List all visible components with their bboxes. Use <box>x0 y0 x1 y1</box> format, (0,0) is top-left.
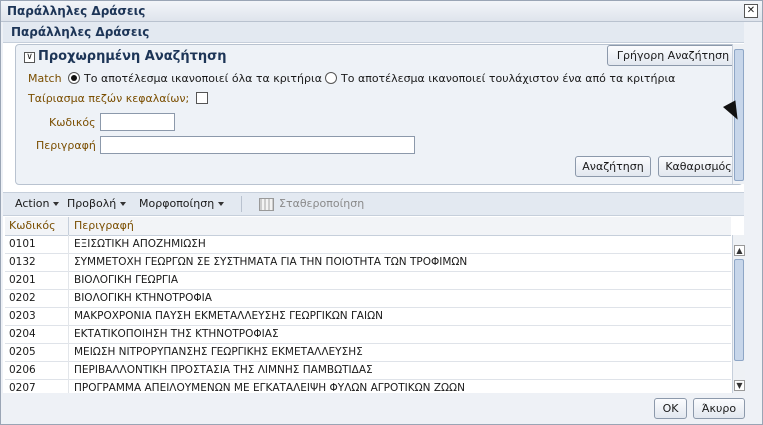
cell-code: 0132 <box>9 256 36 268</box>
toolbar-divider <box>241 196 242 212</box>
close-icon[interactable]: ✕ <box>744 4 758 18</box>
clear-button[interactable]: Καθαρισμός <box>658 156 739 177</box>
cell-divider <box>68 307 69 325</box>
freeze-columns-icon <box>259 198 274 211</box>
cell-description: ΜΕΙΩΣΗ ΝΙΤΡΟΡΥΠΑΝΣΗΣ ΓΕΩΡΓΙΚΗΣ ΕΚΜΕΤΑΛΛΕ… <box>74 346 363 358</box>
cell-code: 0101 <box>9 238 36 250</box>
case-sensitive-checkbox[interactable] <box>196 92 208 104</box>
cell-divider <box>68 343 69 361</box>
table-row[interactable]: 0203 ΜΑΚΡΟΧΡΟΝΙΑ ΠΑΥΣΗ ΕΚΜΕΤΑΛΛΕΥΣΗΣ ΓΕΩΡ… <box>5 307 731 326</box>
content-header: Παράλληλες Δράσεις <box>3 22 744 43</box>
table-scrollbar[interactable]: ▲ ▼ <box>732 235 745 393</box>
column-header-description[interactable]: Περιγραφή <box>74 219 134 232</box>
cell-code: 0201 <box>9 274 36 286</box>
chevron-down-icon <box>218 202 225 206</box>
cell-description: ΕΞΙΣΩΤΙΚΗ ΑΠΟΖΗΜΙΩΣΗ <box>74 238 206 250</box>
chevron-down-icon <box>53 202 60 206</box>
table-scrollbar-thumb[interactable] <box>734 259 744 361</box>
cell-divider <box>68 361 69 379</box>
cell-description: ΜΑΚΡΟΧΡΟΝΙΑ ΠΑΥΣΗ ΕΚΜΕΤΑΛΛΕΥΣΗΣ ΓΕΩΡΓΙΚΩ… <box>74 310 383 322</box>
cell-divider <box>68 379 69 393</box>
match-any-label: Το αποτέλεσμα ικανοποιεί τουλάχιστον ένα… <box>341 72 676 85</box>
quick-search-button[interactable]: Γρήγορη Αναζήτηση <box>607 45 739 66</box>
window-title: Παράλληλες Δράσεις <box>7 4 146 18</box>
match-any-radio[interactable] <box>325 72 337 84</box>
dialog-footer: OK Άκυρο <box>1 393 762 424</box>
table-row[interactable]: 0205 ΜΕΙΩΣΗ ΝΙΤΡΟΡΥΠΑΝΣΗΣ ΓΕΩΡΓΙΚΗΣ ΕΚΜΕΤ… <box>5 343 731 362</box>
cell-divider <box>68 289 69 307</box>
cell-code: 0202 <box>9 292 36 304</box>
table-row[interactable]: 0202 ΒΙΟΛΟΓΙΚΗ ΚΤΗΝΟΤΡΟΦΙΑ <box>5 289 731 308</box>
collapse-toggle-icon[interactable]: ∨ <box>24 52 35 63</box>
results-table: Κωδικός Περιγραφή 0101 ΕΞΙΣΩΤΙΚΗ ΑΠΟΖΗΜΙΩ… <box>5 217 731 393</box>
case-sensitive-label: Ταίριασμα πεζών κεφαλαίων; <box>28 92 190 105</box>
description-label: Περιγραφή <box>36 139 96 152</box>
advanced-search-title: Προχωρημένη Αναζήτηση <box>38 49 227 64</box>
cell-description: ΒΙΟΛΟΓΙΚΗ ΓΕΩΡΓΙΑ <box>74 274 179 286</box>
view-menu[interactable]: Προβολή <box>67 197 127 210</box>
cell-code: 0205 <box>9 346 36 358</box>
cell-divider <box>68 325 69 343</box>
cell-description: ΕΚΤΑΤΙΚΟΠΟΙΗΣΗ ΤΗΣ ΚΤΗΝΟΤΡΟΦΙΑΣ <box>74 328 279 340</box>
table-row[interactable]: 0201 ΒΙΟΛΟΓΙΚΗ ΓΕΩΡΓΙΑ <box>5 271 731 290</box>
format-menu[interactable]: Μορφοποίηση <box>139 197 225 210</box>
table-toolbar: Action Προβολή Μορφοποίηση Σταθεροποίηση <box>3 192 744 216</box>
match-all-label: Το αποτέλεσμα ικανοποιεί όλα τα κριτήρια <box>84 72 322 85</box>
freeze-button: Σταθεροποίηση <box>279 197 365 210</box>
cancel-button[interactable]: Άκυρο <box>693 398 745 419</box>
code-input[interactable] <box>100 113 175 131</box>
content-area: Παράλληλες Δράσεις ∨ Προχωρημένη Αναζήτη… <box>3 22 745 393</box>
cell-divider <box>68 271 69 289</box>
code-label: Κωδικός <box>49 116 96 129</box>
match-all-radio[interactable] <box>68 72 80 84</box>
cell-code: 0203 <box>9 310 36 322</box>
ok-button[interactable]: OK <box>654 398 687 419</box>
table-row[interactable]: 0101 ΕΞΙΣΩΤΙΚΗ ΑΠΟΖΗΜΙΩΣΗ <box>5 235 731 254</box>
cell-description: ΠΕΡΙΒΑΛΛΟΝΤΙΚΗ ΠΡΟΣΤΑΣΙΑ ΤΗΣ ΛΙΜΝΗΣ ΠΑΜΒ… <box>74 364 373 376</box>
title-bar[interactable]: Παράλληλες Δράσεις ✕ <box>1 1 762 22</box>
search-button[interactable]: Αναζήτηση <box>575 156 651 177</box>
scroll-down-icon[interactable]: ▼ <box>734 380 745 391</box>
cell-divider <box>68 253 69 271</box>
match-label: Match <box>28 72 62 85</box>
dialog-window: Παράλληλες Δράσεις ✕ Παράλληλες Δράσεις … <box>0 0 763 425</box>
cell-description: ΒΙΟΛΟΓΙΚΗ ΚΤΗΝΟΤΡΟΦΙΑ <box>74 292 212 304</box>
table-row[interactable]: 0206 ΠΕΡΙΒΑΛΛΟΝΤΙΚΗ ΠΡΟΣΤΑΣΙΑ ΤΗΣ ΛΙΜΝΗΣ … <box>5 361 731 380</box>
cell-description: ΣΥΜΜΕΤΟΧΗ ΓΕΩΡΓΩΝ ΣΕ ΣΥΣΤΗΜΑΤΑ ΓΙΑ ΤΗΝ Π… <box>74 256 468 268</box>
table-header: Κωδικός Περιγραφή <box>5 217 731 236</box>
cell-code: 0206 <box>9 364 36 376</box>
description-input[interactable] <box>100 136 415 154</box>
cell-divider <box>68 235 69 253</box>
table-row[interactable]: 0132 ΣΥΜΜΕΤΟΧΗ ΓΕΩΡΓΩΝ ΣΕ ΣΥΣΤΗΜΑΤΑ ΓΙΑ Τ… <box>5 253 731 272</box>
table-row[interactable]: 0207 ΠΡΟΓΡΑΜΜΑ ΑΠΕΙΛΟΥΜΕΝΩΝ ΜΕ ΕΓΚΑΤΑΛΕΙΨ… <box>5 379 731 393</box>
column-header-code[interactable]: Κωδικός <box>9 219 56 232</box>
content-title: Παράλληλες Δράσεις <box>11 25 150 39</box>
column-divider <box>68 217 69 235</box>
scroll-up-icon[interactable]: ▲ <box>734 245 745 256</box>
cell-code: 0207 <box>9 382 36 393</box>
advanced-search-panel: ∨ Προχωρημένη Αναζήτηση Γρήγορη Αναζήτησ… <box>15 44 743 185</box>
cell-description: ΠΡΟΓΡΑΜΜΑ ΑΠΕΙΛΟΥΜΕΝΩΝ ΜΕ ΕΓΚΑΤΑΛΕΙΨΗ ΦΥ… <box>74 382 465 393</box>
chevron-down-icon <box>120 202 127 206</box>
action-menu[interactable]: Action <box>15 197 60 210</box>
table-row[interactable]: 0204 ΕΚΤΑΤΙΚΟΠΟΙΗΣΗ ΤΗΣ ΚΤΗΝΟΤΡΟΦΙΑΣ <box>5 325 731 344</box>
cell-code: 0204 <box>9 328 36 340</box>
